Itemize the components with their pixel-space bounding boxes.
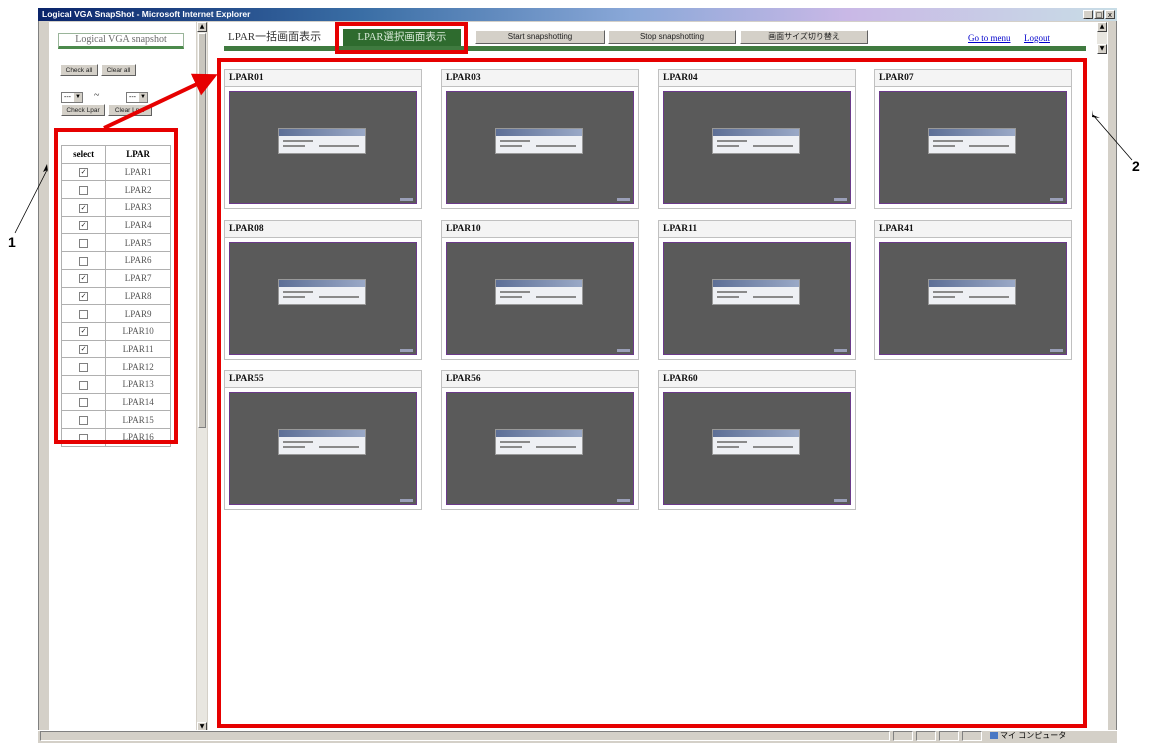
callout-label-1: 1 [8,234,16,250]
red-arrow-icon [103,73,218,130]
callout-line-1 [14,169,48,234]
computer-icon [990,732,998,739]
callout-line-2 [1092,114,1133,161]
status-cell [893,731,913,741]
status-zone-text: マイ コンピュータ [1000,731,1067,740]
callout-label-2: 2 [1132,158,1140,174]
callout-arrows [14,73,1133,234]
status-cell [916,731,936,741]
status-cell [939,731,959,741]
status-cell [962,731,982,741]
status-cell-main [40,731,890,741]
